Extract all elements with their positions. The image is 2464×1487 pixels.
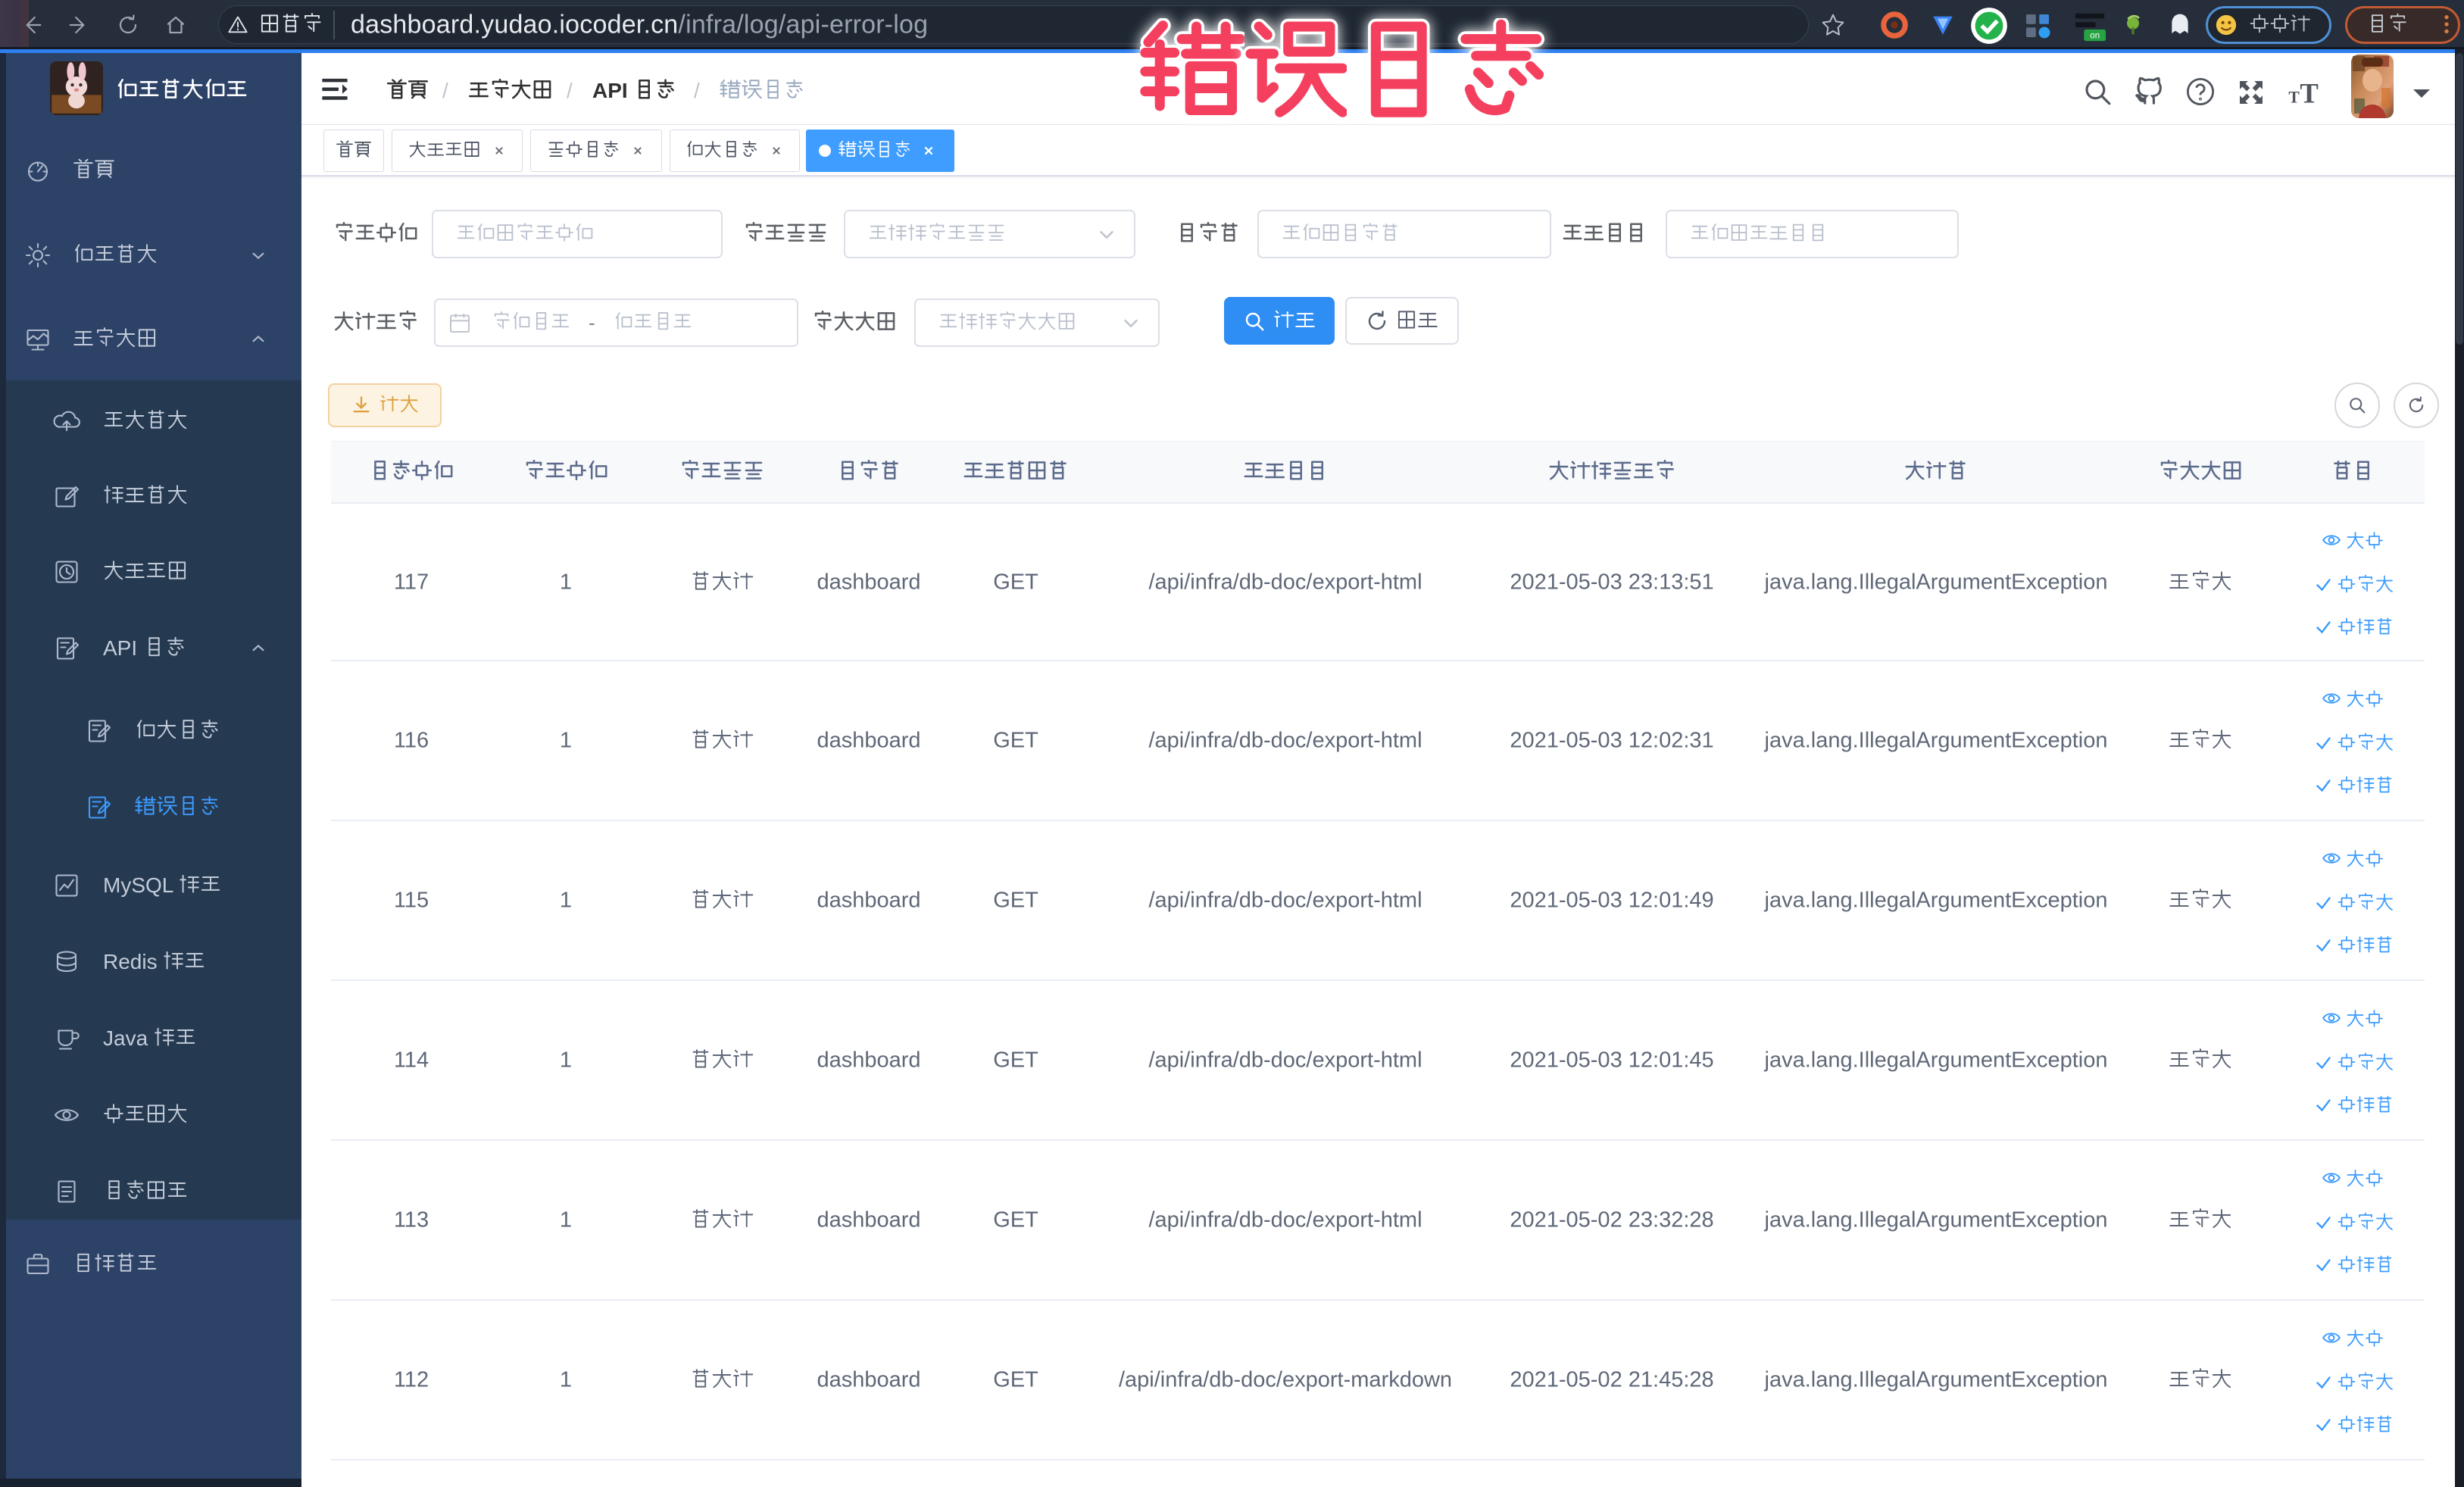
svg-text:on: on <box>2090 31 2100 40</box>
svg-text:T: T <box>2288 88 2300 106</box>
svg-text:T: T <box>2300 77 2318 108</box>
